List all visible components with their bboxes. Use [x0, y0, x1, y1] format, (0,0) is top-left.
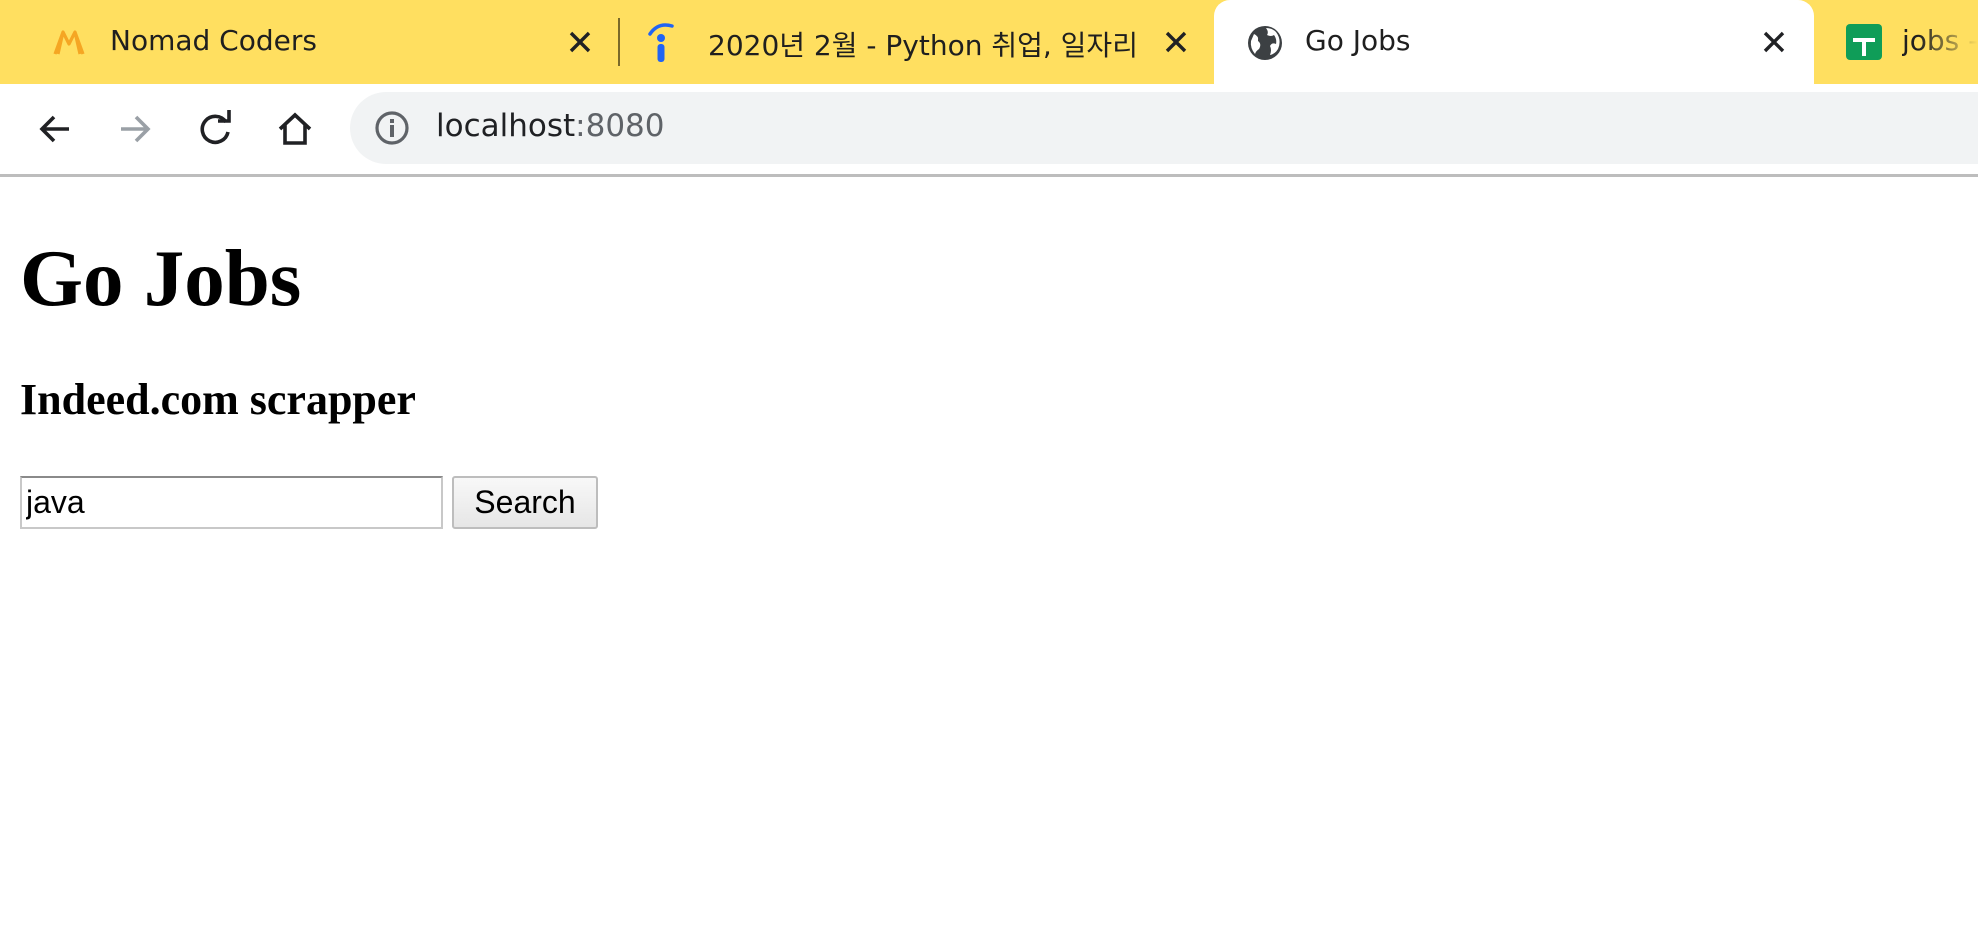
page-title: Go Jobs	[20, 233, 302, 323]
indeed-logo-icon	[646, 20, 676, 64]
close-tab-icon[interactable]	[560, 22, 600, 62]
arrow-right-icon	[121, 115, 151, 143]
tab-separator	[618, 18, 620, 66]
url-text: localhost:8080	[436, 108, 665, 144]
tab-title: 2020년 2월 - Python 취업, 일자리	[708, 29, 1138, 62]
url-host: localhost	[436, 108, 576, 144]
tab-title: Go Jobs	[1305, 24, 1411, 57]
reload-icon	[200, 110, 231, 145]
back-button[interactable]	[30, 104, 80, 154]
page-content: Go Jobs Indeed.com scrapper Search	[0, 177, 1978, 948]
browser-toolbar: localhost:8080	[0, 84, 1978, 177]
reload-button[interactable]	[190, 104, 240, 154]
home-button[interactable]	[270, 104, 320, 154]
close-tab-icon[interactable]	[1754, 22, 1794, 62]
url-port: :8080	[575, 108, 665, 144]
tab-nomad-coders[interactable]: Nomad Coders	[0, 0, 610, 84]
search-button[interactable]: Search	[452, 476, 598, 529]
info-icon[interactable]	[374, 110, 410, 146]
tab-go-jobs[interactable]: Go Jobs	[1214, 0, 1814, 84]
tab-title: Nomad Coders	[110, 24, 317, 57]
globe-icon	[1246, 24, 1284, 62]
google-sheets-icon	[1844, 22, 1884, 62]
page-subtitle: Indeed.com scrapper	[20, 375, 416, 424]
forward-button[interactable]	[110, 104, 160, 154]
address-bar[interactable]: localhost:8080	[350, 92, 1978, 164]
tab-strip: Nomad Coders 2020년 2월 - Python 취업, 일자리 G…	[0, 0, 1978, 84]
home-icon	[278, 112, 312, 145]
arrow-left-icon	[39, 115, 69, 143]
close-tab-icon[interactable]	[1156, 22, 1196, 62]
tab-indeed[interactable]: 2020년 2월 - Python 취업, 일자리	[622, 0, 1212, 84]
nomad-coders-logo-icon	[52, 26, 86, 58]
tab-strip-fade	[1918, 0, 1978, 84]
search-input[interactable]	[20, 476, 443, 529]
